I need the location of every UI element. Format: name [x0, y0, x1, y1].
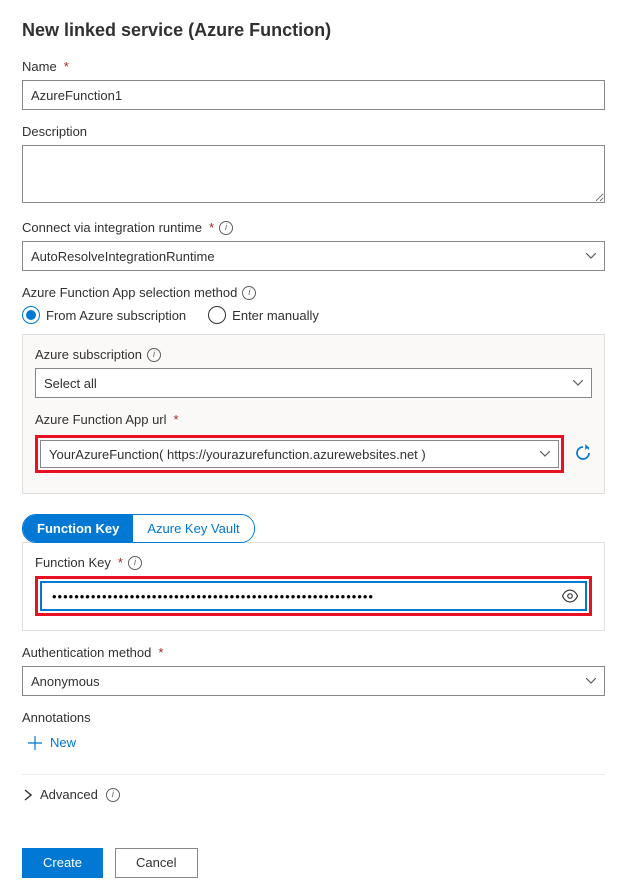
cancel-button[interactable]: Cancel — [115, 848, 197, 878]
chevron-down-icon — [573, 380, 583, 386]
name-input[interactable] — [22, 80, 605, 110]
chevron-down-icon — [586, 253, 596, 259]
app-url-label: Azure Function App url* — [35, 412, 592, 427]
name-label: Name* — [22, 59, 605, 74]
info-icon[interactable]: i — [106, 788, 120, 802]
subscription-select[interactable]: Select all — [35, 368, 592, 398]
chevron-down-icon — [540, 451, 550, 457]
info-icon[interactable]: i — [219, 221, 233, 235]
app-url-select[interactable]: YourAzureFunction( https://yourazurefunc… — [40, 440, 559, 468]
description-textarea[interactable] — [22, 145, 605, 203]
tab-function-key[interactable]: Function Key — [23, 515, 133, 542]
eye-icon[interactable] — [561, 587, 579, 605]
function-key-input-wrap — [40, 581, 587, 611]
radio-from-subscription[interactable]: From Azure subscription — [22, 306, 186, 324]
chevron-right-icon — [24, 789, 32, 801]
function-key-label: Function Key* i — [35, 555, 592, 570]
runtime-label: Connect via integration runtime* i — [22, 220, 605, 235]
auth-method-select[interactable]: Anonymous — [22, 666, 605, 696]
app-url-highlight: YourAzureFunction( https://yourazurefunc… — [35, 435, 564, 473]
function-key-highlight — [35, 576, 592, 616]
annotations-add-button[interactable]: New — [28, 735, 76, 750]
description-label: Description — [22, 124, 605, 139]
create-button[interactable]: Create — [22, 848, 103, 878]
plus-icon — [28, 736, 42, 750]
info-icon[interactable]: i — [128, 556, 142, 570]
radio-enter-manually[interactable]: Enter manually — [208, 306, 319, 324]
runtime-select[interactable]: AutoResolveIntegrationRuntime — [22, 241, 605, 271]
annotations-label: Annotations — [22, 710, 605, 725]
info-icon[interactable]: i — [147, 348, 161, 362]
key-source-tabs: Function Key Azure Key Vault — [22, 514, 255, 543]
chevron-down-icon — [586, 678, 596, 684]
selection-method-label: Azure Function App selection method i — [22, 285, 605, 300]
tab-azure-key-vault[interactable]: Azure Key Vault — [133, 515, 253, 542]
page-title: New linked service (Azure Function) — [22, 20, 605, 41]
function-key-input[interactable] — [50, 588, 561, 605]
advanced-toggle[interactable]: Advanced i — [24, 787, 120, 802]
subscription-label: Azure subscription i — [35, 347, 592, 362]
refresh-icon[interactable] — [574, 444, 592, 462]
divider — [22, 774, 605, 775]
info-icon[interactable]: i — [242, 286, 256, 300]
auth-method-label: Authentication method* — [22, 645, 605, 660]
